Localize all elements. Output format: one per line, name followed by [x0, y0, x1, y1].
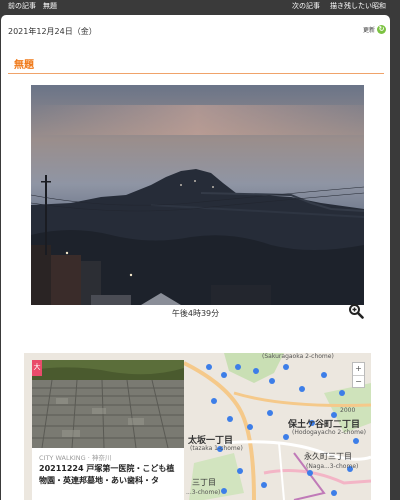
photo-caption: 午後4時39分 [171, 309, 220, 318]
post-date: 2021年12月24日（金） [8, 27, 97, 36]
map-label-hodogaya-en: (Hodogayacho 2-chome) [292, 429, 367, 436]
refresh-icon: ↻ [377, 25, 386, 34]
update-label: 更新 [362, 27, 375, 34]
article-card: 2021年12月24日（金） 更新 ↻ 無題 午後4時39分 (Sakuraga… [1, 15, 390, 500]
category-badge: 大 [32, 360, 42, 376]
map-zoom-in-button[interactable]: + [353, 363, 364, 375]
map-scale-label: 2000 [340, 407, 356, 414]
blog-title-link[interactable]: 描き残したい昭和 [330, 0, 386, 13]
map-label-eikyucho: 永久町三丁目 [304, 452, 352, 461]
embed-article-card[interactable]: 大 CITY WALKING · 神奈川 20211224 戸塚第一医院・こども… [32, 360, 184, 500]
title-divider [8, 73, 384, 74]
zoom-magnifier-icon[interactable] [348, 303, 364, 319]
map-zoom-control: + − [352, 362, 365, 388]
update-button[interactable]: 更新 ↻ [363, 25, 386, 34]
city-walking-embed[interactable]: (Sakuragaoka 2-chome) 保土ケ谷町二丁目 (Hodogaya… [24, 353, 371, 500]
map-label-sakuragaoka: (Sakuragaoka 2-chome) [262, 353, 334, 360]
embed-category: CITY WALKING · 神奈川 [39, 454, 112, 462]
map-label-otsuzaka-en: (tazaka 1-chome) [190, 445, 243, 452]
article-title: 無題 [14, 60, 34, 71]
map-label-sanchome-en: ...3-chome) [186, 489, 221, 496]
map-label-eikyucho-en: (Naga...3-chome) [306, 463, 359, 470]
dusk-hill-photo [31, 85, 364, 305]
next-article-link[interactable]: 次の記事 [292, 0, 320, 13]
prev-article-link[interactable]: 前の記事 [8, 0, 36, 13]
cobblestone-thumbnail [32, 360, 184, 448]
category-link[interactable]: 無題 [43, 0, 57, 13]
map-zoom-out-button[interactable]: − [353, 375, 364, 387]
article-photo[interactable] [31, 85, 364, 305]
map-label-sanchome: 三丁目 [192, 478, 216, 487]
embed-headline[interactable]: 20211224 戸塚第一医院・こども植物園・英連邦墓地・あい歯科・タ [39, 463, 181, 487]
top-nav-bar: 前の記事 無題 次の記事 描き残したい昭和 [0, 0, 400, 13]
